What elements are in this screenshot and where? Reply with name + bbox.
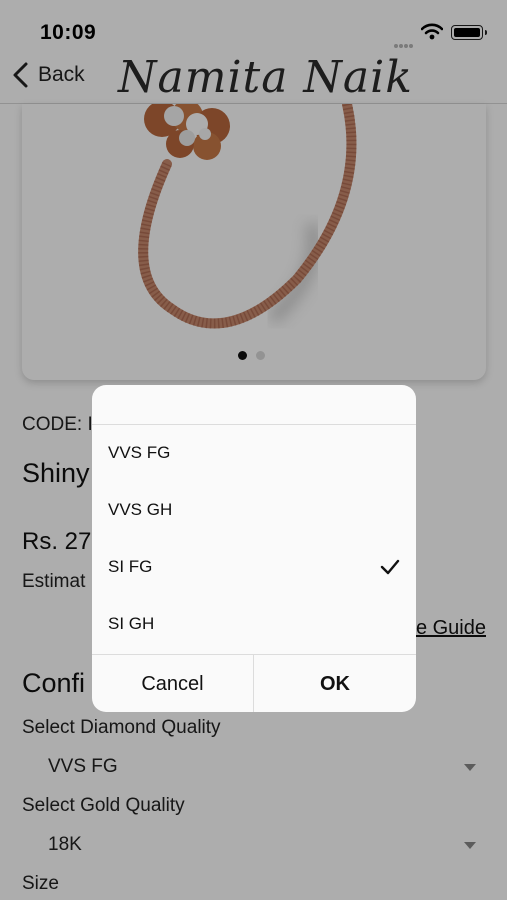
ok-button[interactable]: OK [254,655,416,712]
dialog-option[interactable]: VVS GH [92,482,416,539]
dialog-option-selected[interactable]: SI FG [92,539,416,596]
diamond-quality-picker-dialog: VVS FG VVS GH SI FG SI GH Cancel OK [92,385,416,712]
option-label: SI GH [108,614,155,633]
dialog-option[interactable]: VVS FG [92,425,416,482]
option-label: VVS FG [108,443,171,462]
dialog-header [92,385,416,425]
cancel-button[interactable]: Cancel [92,655,254,712]
dialog-option[interactable]: SI GH [92,596,416,653]
option-label: SI FG [108,557,153,576]
dialog-actions: Cancel OK [92,654,416,712]
option-label: VVS GH [108,500,173,519]
checkmark-icon [380,559,400,575]
